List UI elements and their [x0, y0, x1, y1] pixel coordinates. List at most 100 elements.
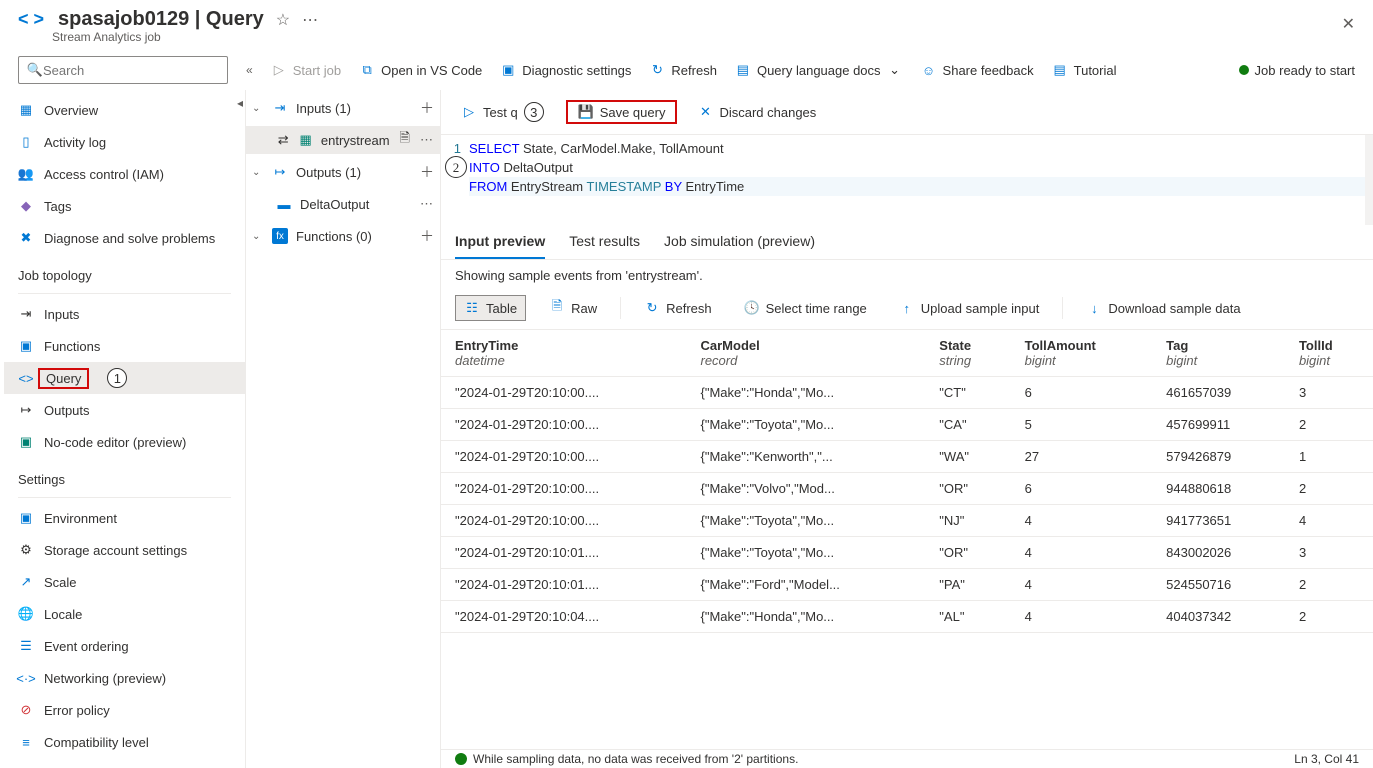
query-icon: <>: [18, 370, 34, 386]
nav-functions[interactable]: ▣Functions: [4, 330, 245, 362]
nav-networking[interactable]: <·>Networking (preview): [4, 662, 245, 694]
tab-job-simulation[interactable]: Job simulation (preview): [664, 233, 815, 259]
table-cell: 4: [1011, 537, 1153, 569]
data-table-wrap[interactable]: EntryTimedatetimeCarModelrecordStatestri…: [441, 329, 1373, 749]
nav-error-policy[interactable]: ⊘Error policy: [4, 694, 245, 726]
io-outputs-group[interactable]: ⌄↦Outputs (1)＋: [246, 154, 440, 190]
column-header[interactable]: CarModelrecord: [687, 330, 926, 377]
search-field[interactable]: [43, 63, 219, 78]
add-function-icon[interactable]: ＋: [420, 226, 434, 246]
io-panel: ◂ ⌄⇥Inputs (1)＋ ⇄▦entrystream🗎⋯ ⌄↦Output…: [245, 90, 440, 768]
table-cell: "CT": [925, 377, 1010, 409]
table-cell: 524550716: [1152, 569, 1285, 601]
nav-scale[interactable]: ↗Scale: [4, 566, 245, 598]
table-row[interactable]: "2024-01-29T20:10:00....{"Make":"Kenwort…: [441, 441, 1373, 473]
column-header[interactable]: Statestring: [925, 330, 1010, 377]
open-vscode-button[interactable]: ⧉Open in VS Code: [359, 62, 482, 78]
io-entrystream[interactable]: ⇄▦entrystream🗎⋯: [246, 126, 440, 154]
search-input[interactable]: 🔍: [18, 56, 228, 84]
discard-changes-button[interactable]: ✕Discard changes: [691, 100, 822, 124]
more-icon[interactable]: ⋯: [420, 132, 434, 148]
table-cell: {"Make":"Toyota","Mo...: [687, 537, 926, 569]
nav-overview[interactable]: ▦Overview: [4, 94, 245, 126]
table-cell: {"Make":"Honda","Mo...: [687, 601, 926, 633]
page-title: spasajob0129 | Query: [58, 8, 264, 31]
fx-icon: fx: [272, 228, 288, 244]
collapse-io-icon[interactable]: ◂: [237, 96, 243, 110]
more-icon[interactable]: ⋯: [302, 10, 318, 30]
table-row[interactable]: "2024-01-29T20:10:00....{"Make":"Toyota"…: [441, 505, 1373, 537]
table-row[interactable]: "2024-01-29T20:10:01....{"Make":"Ford","…: [441, 569, 1373, 601]
tutorial-icon: ▤: [1052, 62, 1068, 78]
docs-button[interactable]: ▤Query language docs⌄: [735, 62, 903, 78]
ordering-icon: ☰: [18, 638, 34, 654]
select-time-range-button[interactable]: 🕓Select time range: [735, 295, 876, 321]
nav-nocode-editor[interactable]: ▣No-code editor (preview): [4, 426, 245, 458]
io-deltaoutput[interactable]: ▬DeltaOutput⋯: [246, 190, 440, 218]
download-sample-button[interactable]: ↓Download sample data: [1077, 295, 1249, 321]
save-query-button[interactable]: 💾Save query: [566, 100, 678, 124]
nav-tags[interactable]: ◆Tags: [4, 190, 245, 222]
column-header[interactable]: EntryTimedatetime: [441, 330, 687, 377]
table-cell: 4: [1011, 569, 1153, 601]
table-cell: 2: [1285, 409, 1373, 441]
table-row[interactable]: "2024-01-29T20:10:00....{"Make":"Toyota"…: [441, 409, 1373, 441]
diagnostic-icon: ▣: [500, 62, 516, 78]
column-header[interactable]: TollIdbigint: [1285, 330, 1373, 377]
nav-event-ordering[interactable]: ☰Event ordering: [4, 630, 245, 662]
feedback-button[interactable]: ☺Share feedback: [921, 62, 1034, 78]
table-cell: "CA": [925, 409, 1010, 441]
refresh-icon: ↻: [644, 300, 660, 316]
io-functions-group[interactable]: ⌄fxFunctions (0)＋: [246, 218, 440, 254]
table-cell: 3: [1285, 537, 1373, 569]
nav-storage[interactable]: ⚙Storage account settings: [4, 534, 245, 566]
nav-inputs[interactable]: ⇥Inputs: [4, 298, 245, 330]
table-row[interactable]: "2024-01-29T20:10:00....{"Make":"Volvo",…: [441, 473, 1373, 505]
chevron-down-icon: ⌄: [887, 62, 903, 78]
table-row[interactable]: "2024-01-29T20:10:00....{"Make":"Honda",…: [441, 377, 1373, 409]
table-cell: "2024-01-29T20:10:00....: [441, 441, 687, 473]
column-header[interactable]: TollAmountbigint: [1011, 330, 1153, 377]
raw-icon: 🗎: [549, 300, 565, 316]
nav-locale[interactable]: 🌐Locale: [4, 598, 245, 630]
main-panel: ▷Test q3 💾Save query ✕Discard changes 1 …: [440, 90, 1373, 768]
column-header[interactable]: Tagbigint: [1152, 330, 1285, 377]
gear-icon: ⚙: [18, 542, 34, 558]
start-job-button[interactable]: ▷Start job: [271, 62, 341, 78]
add-output-icon[interactable]: ＋: [420, 162, 434, 182]
nav-query[interactable]: <>Query1: [4, 362, 245, 394]
table-cell: 1: [1285, 441, 1373, 473]
diagnostic-settings-button[interactable]: ▣Diagnostic settings: [500, 62, 631, 78]
nav-access-control[interactable]: 👥Access control (IAM): [4, 158, 245, 190]
table-cell: "WA": [925, 441, 1010, 473]
more-icon[interactable]: ⋯: [420, 196, 434, 212]
star-icon[interactable]: ☆: [276, 10, 290, 30]
table-view-button[interactable]: ☷Table: [455, 295, 526, 321]
tab-input-preview[interactable]: Input preview: [455, 233, 545, 259]
table-row[interactable]: "2024-01-29T20:10:04....{"Make":"Honda",…: [441, 601, 1373, 633]
add-input-icon[interactable]: ＋: [420, 98, 434, 118]
collapse-left-icon[interactable]: «: [246, 63, 253, 77]
nav-environment[interactable]: ▣Environment: [4, 502, 245, 534]
nav-compat-level[interactable]: ≡Compatibility level: [4, 726, 245, 758]
table-cell: {"Make":"Kenworth","...: [687, 441, 926, 473]
diagnose-icon: ✖: [18, 230, 34, 246]
nav-diagnose[interactable]: ✖Diagnose and solve problems: [4, 222, 245, 254]
refresh-button[interactable]: ↻Refresh: [649, 62, 717, 78]
preview-refresh-button[interactable]: ↻Refresh: [635, 295, 721, 321]
annotation-2: 2: [445, 156, 467, 178]
raw-view-button[interactable]: 🗎Raw: [540, 295, 606, 321]
editor-code[interactable]: SELECT State, CarModel.Make, TollAmount …: [469, 139, 1373, 221]
code-editor[interactable]: 1 2 SELECT State, CarModel.Make, TollAmo…: [441, 135, 1373, 225]
nav-activity-log[interactable]: ▯Activity log: [4, 126, 245, 158]
nav-outputs[interactable]: ↦Outputs: [4, 394, 245, 426]
test-query-button[interactable]: ▷Test q3: [455, 98, 552, 126]
tutorial-button[interactable]: ▤Tutorial: [1052, 62, 1117, 78]
close-icon[interactable]: ✕: [1342, 14, 1355, 34]
table-row[interactable]: "2024-01-29T20:10:01....{"Make":"Toyota"…: [441, 537, 1373, 569]
io-inputs-group[interactable]: ⌄⇥Inputs (1)＋: [246, 90, 440, 126]
tab-test-results[interactable]: Test results: [569, 233, 640, 259]
editor-scrollbar[interactable]: [1365, 135, 1373, 225]
status-ok-icon: [455, 753, 467, 765]
upload-sample-button[interactable]: ↑Upload sample input: [890, 295, 1049, 321]
